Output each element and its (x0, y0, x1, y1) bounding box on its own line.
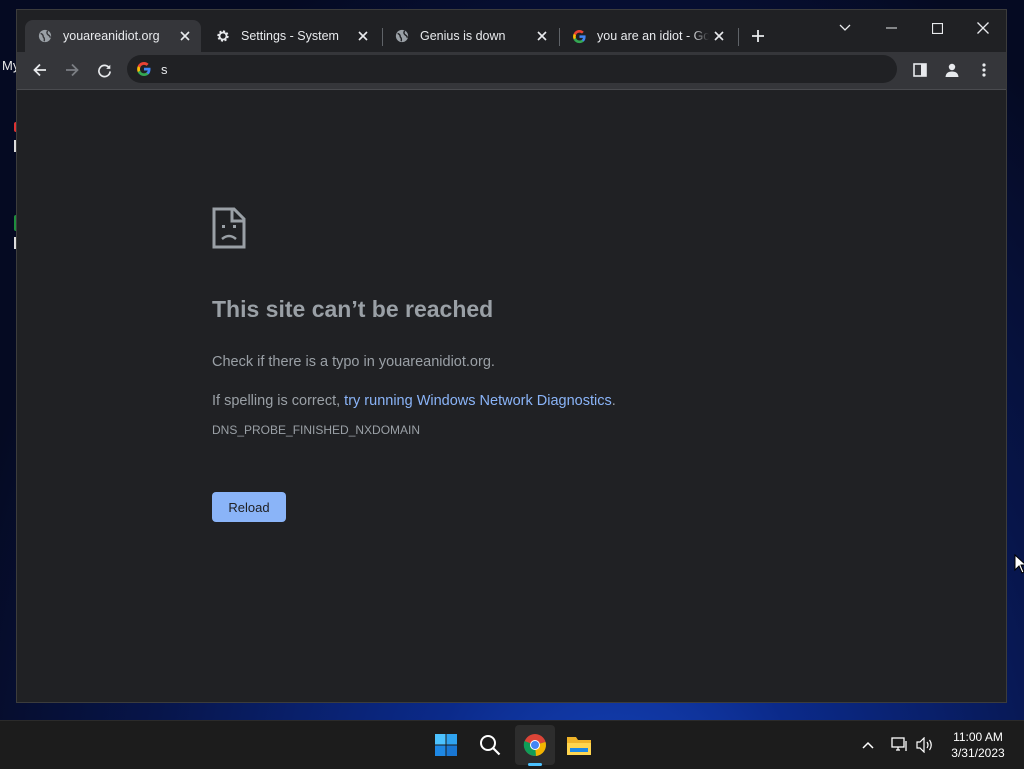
arrow-right-icon (66, 63, 79, 77)
google-icon (137, 62, 151, 76)
mouse-cursor-icon (1014, 554, 1024, 574)
close-icon[interactable] (175, 26, 195, 46)
show-hidden-icons-button[interactable] (856, 733, 880, 757)
menu-button[interactable] (970, 56, 998, 84)
error-check-text: Check if there is a typo in youareanidio… (212, 354, 495, 370)
tab-youareanidiot[interactable]: youareanidiot.org (25, 20, 201, 52)
address-bar[interactable] (127, 55, 897, 83)
suggestion-suffix: . (611, 393, 616, 409)
close-icon (977, 22, 989, 34)
refresh-icon (97, 64, 111, 77)
forward-button[interactable] (58, 56, 86, 84)
taskbar-search-button[interactable] (470, 725, 510, 765)
more-vertical-icon (982, 63, 986, 77)
volume-icon (916, 737, 932, 753)
side-panel-icon (913, 63, 927, 77)
tab-search-button[interactable] (822, 14, 868, 42)
file-explorer-icon (567, 737, 591, 755)
clock-date: 3/31/2023 (951, 746, 1005, 760)
chevron-up-icon (862, 741, 874, 749)
side-panel-button[interactable] (906, 56, 934, 84)
tab-title: Genius is down (420, 29, 506, 43)
tab-strip: youareanidiot.org Settings - System Geni… (17, 10, 1006, 52)
search-icon (480, 735, 501, 756)
taskbar-chrome-button[interactable] (515, 725, 555, 765)
windows-start-icon (435, 734, 457, 756)
network-diagnostics-link[interactable]: try running Windows Network Diagnostics (344, 393, 612, 409)
maximize-button[interactable] (914, 14, 960, 42)
error-title: This site can’t be reached (212, 296, 494, 322)
tab-title: youareanidiot.org (63, 29, 160, 43)
maximize-icon (931, 22, 943, 34)
tab-title: you are an idiot - Go (597, 29, 709, 43)
clock-time: 11:00 AM (953, 730, 1003, 744)
tab-title: Settings - System (241, 29, 339, 43)
address-input[interactable] (161, 61, 861, 77)
close-icon[interactable] (532, 26, 552, 46)
browser-window: youareanidiot.org Settings - System Geni… (17, 10, 1006, 702)
error-page: This site can’t be reached Check if ther… (17, 90, 1006, 702)
active-app-indicator (528, 763, 542, 766)
tab-you-are-an-idiot-google[interactable]: you are an idiot - Go (559, 20, 735, 52)
volume-button[interactable] (913, 733, 937, 757)
close-window-button[interactable] (960, 14, 1006, 42)
suggestion-prefix: If spelling is correct, (212, 393, 345, 409)
tab-separator (738, 28, 739, 46)
browser-toolbar (17, 52, 1006, 89)
close-icon[interactable] (709, 26, 729, 46)
new-tab-button[interactable] (747, 25, 769, 47)
gear-icon (215, 28, 231, 44)
globe-icon (394, 28, 410, 44)
reload-toolbar-button[interactable] (90, 56, 118, 84)
taskbar-file-explorer-button[interactable] (559, 725, 599, 765)
arrow-left-icon (33, 63, 46, 77)
chevron-down-icon (839, 24, 851, 31)
sad-page-icon (212, 207, 246, 249)
minimize-icon (885, 27, 897, 29)
tab-genius-is-down[interactable]: Genius is down (382, 20, 558, 52)
tab-settings-system[interactable]: Settings - System (203, 20, 379, 52)
taskbar-clock[interactable]: 11:00 AM 3/31/2023 (940, 729, 1016, 761)
network-icon (891, 737, 907, 751)
start-button[interactable] (426, 725, 466, 765)
reload-button[interactable]: Reload (212, 492, 286, 522)
close-icon[interactable] (353, 26, 373, 46)
globe-icon (37, 28, 53, 44)
minimize-button[interactable] (868, 14, 914, 42)
back-button[interactable] (26, 56, 54, 84)
taskbar: 11:00 AM 3/31/2023 (0, 720, 1024, 769)
network-button[interactable] (888, 733, 912, 757)
profile-button[interactable] (938, 56, 966, 84)
error-code: DNS_PROBE_FINISHED_NXDOMAIN (212, 423, 421, 437)
google-icon (571, 28, 587, 44)
error-suggestion: If spelling is correct, try running Wind… (212, 393, 616, 409)
chrome-icon (523, 734, 546, 756)
person-icon (945, 63, 959, 77)
